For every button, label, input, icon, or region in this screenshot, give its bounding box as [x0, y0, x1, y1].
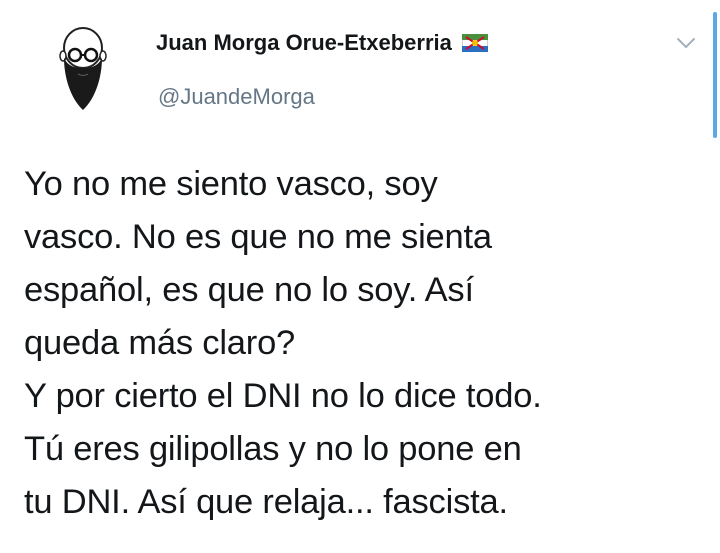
scroll-indicator [713, 12, 717, 138]
author-name-row[interactable]: Juan Morga Orue-Etxeberria [156, 28, 489, 58]
tweet-text-line: Yo no me siento vasco, soy [24, 165, 438, 203]
tweet-card: Juan Morga Orue-Etxeberria @JuandeMorga … [0, 0, 720, 553]
user-handle[interactable]: @JuandeMorga [158, 84, 315, 110]
avatar-illustration-icon [59, 27, 107, 110]
display-name[interactable]: Juan Morga Orue-Etxeberria [156, 30, 452, 56]
avatar[interactable] [30, 14, 136, 120]
tweet-text-line: vasco. No es que no me sienta [24, 218, 492, 256]
flag-icon [461, 33, 489, 53]
tweet-text-line: Y por cierto el DNI no lo dice todo. [24, 377, 542, 415]
tweet-text-line: español, es que no lo soy. Así [24, 271, 474, 309]
tweet-text-line: tu DNI. Así que relaja... fascista. [24, 483, 508, 521]
tweet-text-line: Tú eres gilipollas y no lo pone en [24, 430, 522, 468]
tweet-text: Yo no me siento vasco, soy vasco. No es … [24, 158, 704, 529]
chevron-down-icon[interactable] [674, 34, 698, 52]
tweet-text-line: queda más claro? [24, 324, 296, 362]
